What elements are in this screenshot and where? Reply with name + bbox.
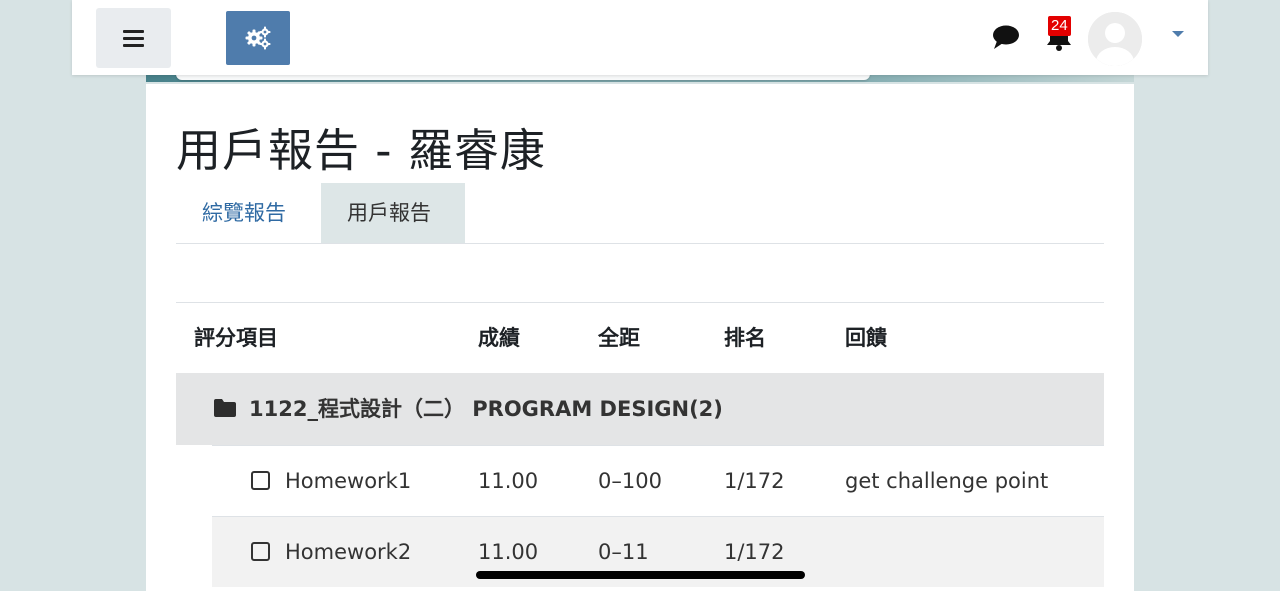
- speech-bubble-icon[interactable]: [992, 24, 1020, 50]
- top-navbar: 24: [72, 0, 1208, 75]
- feedback-value: get challenge point: [845, 469, 1049, 493]
- tab-user-report[interactable]: 用戶報告: [321, 183, 465, 243]
- assignment-checkbox-icon: [251, 542, 270, 561]
- header-rank: 排名: [724, 326, 766, 350]
- user-silhouette-icon: [1088, 12, 1142, 66]
- tab-overview-report[interactable]: 綜覽報告: [176, 183, 312, 243]
- header-grade-item: 評分項目: [194, 326, 278, 350]
- grade-item-name[interactable]: Homework1: [285, 446, 411, 516]
- header-feedback: 回饋: [845, 326, 887, 350]
- grade-item-name[interactable]: Homework2: [285, 517, 411, 587]
- drawer-toggle-button[interactable]: [96, 8, 171, 68]
- hamburger-icon: [123, 26, 144, 51]
- range-value: 0–100: [598, 469, 662, 493]
- rank-value: 1/172: [724, 469, 785, 493]
- screen: 24 用戶報告 - 羅睿康 綜覽報告 用戶報告 評分項目 成績 全距 排名 回饋: [0, 0, 1280, 591]
- header-range: 全距: [598, 326, 640, 350]
- caret-down-icon[interactable]: [1172, 31, 1184, 37]
- gears-icon: [245, 26, 271, 50]
- header-grade: 成績: [478, 326, 520, 350]
- category-name: 1122_程式設計（二） PROGRAM DESIGN(2): [249, 397, 723, 421]
- notification-count-badge: 24: [1048, 16, 1071, 36]
- folder-icon: [214, 399, 236, 417]
- avatar[interactable]: [1088, 12, 1142, 66]
- page-title: 用戶報告 - 羅睿康: [176, 124, 546, 177]
- table-header: 評分項目 成績 全距 排名 回饋: [176, 303, 1104, 373]
- site-admin-button[interactable]: [226, 11, 290, 65]
- category-row: 1122_程式設計（二） PROGRAM DESIGN(2): [176, 373, 1104, 445]
- assignment-checkbox-icon: [251, 471, 270, 490]
- table-row[interactable]: Homework1 11.00 0–100 1/172 get challeng…: [212, 445, 1104, 516]
- home-indicator-bar: [476, 571, 805, 579]
- grade-value: 11.00: [478, 469, 539, 493]
- report-tabs: 綜覽報告 用戶報告: [176, 183, 1104, 244]
